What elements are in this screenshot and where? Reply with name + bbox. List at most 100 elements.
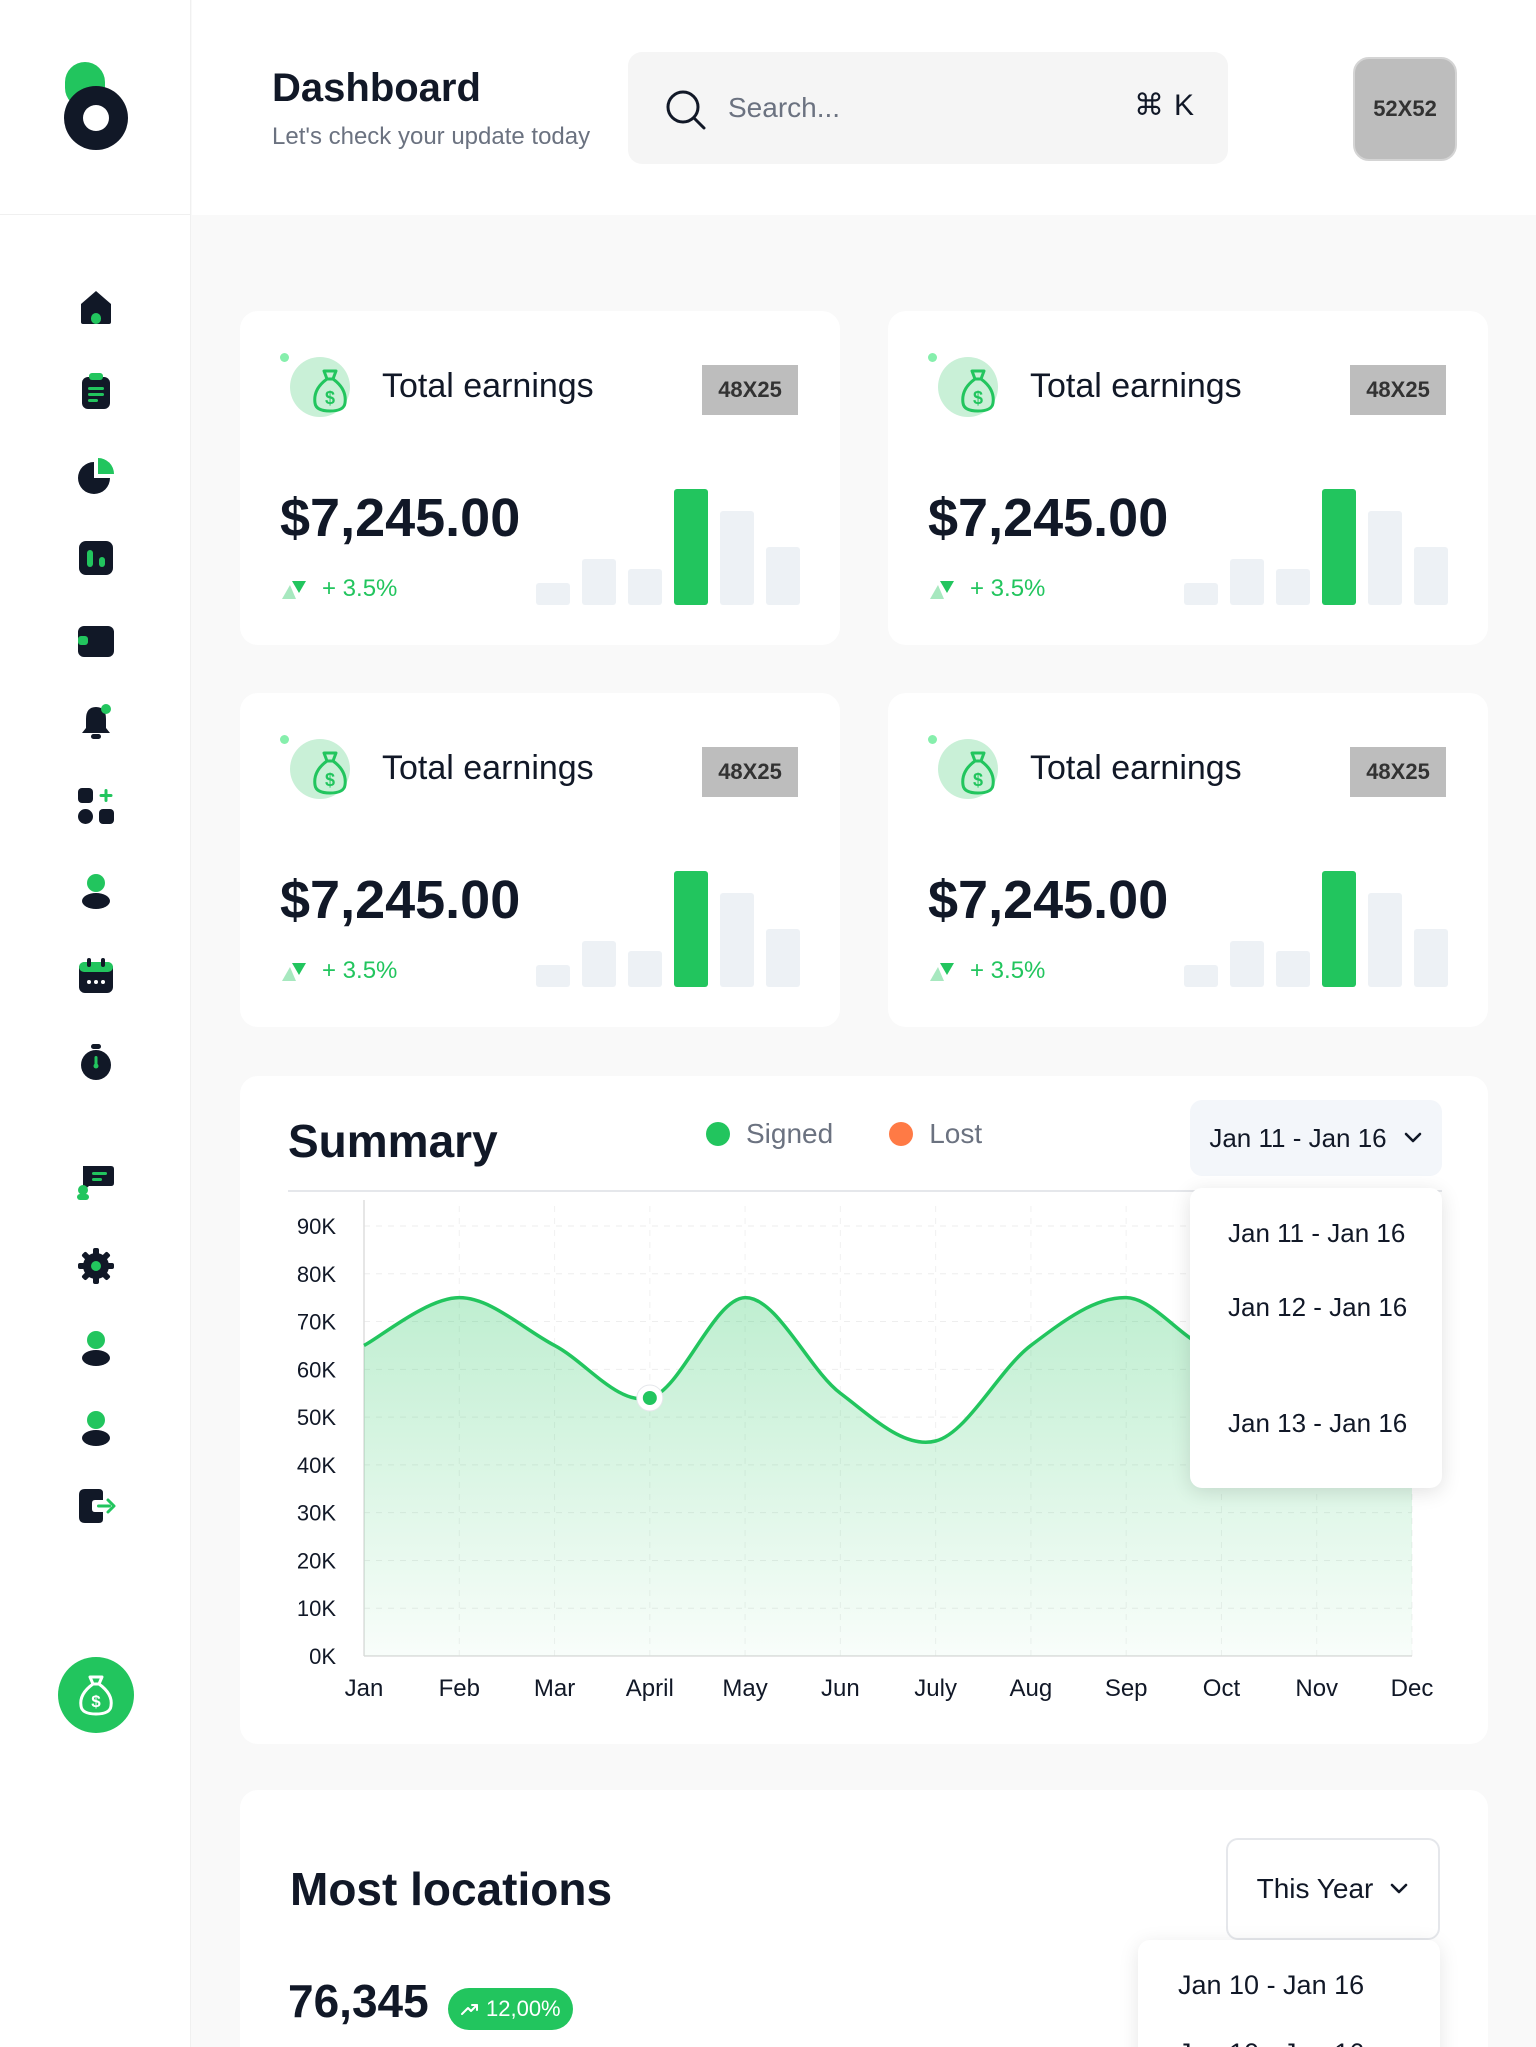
stat-label: Total earnings — [1030, 367, 1242, 405]
money-bag-icon: $ — [290, 739, 350, 799]
money-bag-icon: $ — [938, 739, 998, 799]
sidebar-item-calendar[interactable] — [70, 950, 122, 1002]
analytics-icon — [79, 541, 113, 575]
x-tick-label: Jan — [345, 1675, 384, 1702]
x-tick-label: Feb — [439, 1675, 480, 1702]
sidebar-item-home[interactable] — [70, 281, 122, 333]
stat-change: + 3.5% — [280, 957, 397, 985]
x-tick-label: Oct — [1203, 1675, 1241, 1702]
sidebar-item-messages[interactable] — [70, 1156, 122, 1208]
sidebar-item-wallet[interactable] — [70, 615, 122, 667]
page-subtitle: Let's check your update today — [272, 123, 591, 150]
y-tick-label: 20K — [297, 1548, 336, 1573]
date-range-option[interactable]: Jan 13 - Jan 16 — [1228, 1402, 1418, 1444]
trend-up-icon — [461, 2004, 478, 2015]
search-icon — [666, 90, 706, 130]
stat-amount: $7,245.00 — [280, 870, 521, 930]
user-icon — [82, 1331, 110, 1366]
stat-card: $ Total earnings 48X25 $7,245.00 + 3.5% — [240, 311, 840, 645]
home-icon — [81, 291, 111, 324]
user-icon — [82, 1411, 110, 1446]
sidebar-item-timer[interactable] — [70, 1036, 122, 1088]
chevron-down-icon — [1404, 1132, 1421, 1143]
pie-chart-icon — [78, 458, 114, 494]
data-point — [642, 1391, 657, 1405]
legend-label: Lost — [929, 1118, 983, 1149]
sidebar-item-profile[interactable] — [70, 865, 122, 917]
x-tick-label: July — [914, 1675, 957, 1702]
logo-area — [0, 0, 191, 215]
stat-change-value: + 3.5% — [970, 957, 1046, 984]
chat-icon — [77, 1166, 114, 1200]
money-bag-icon: $ — [290, 357, 350, 417]
clipboard-icon — [82, 373, 110, 409]
y-tick-label: 60K — [297, 1357, 336, 1382]
sidebar-item-notifications[interactable] — [70, 696, 122, 748]
date-range-select[interactable]: Jan 11 - Jan 16 — [1190, 1100, 1442, 1176]
sidebar-item-team[interactable] — [70, 1322, 122, 1374]
apps-add-icon — [78, 788, 114, 824]
sidebar-item-analytics[interactable] — [70, 532, 122, 584]
stat-change: + 3.5% — [280, 575, 397, 603]
stat-card: $ Total earnings 48X25 $7,245.00 + 3.5% — [240, 693, 840, 1027]
chart-legend: Signed Lost — [706, 1118, 982, 1150]
sidebar-item-logout[interactable] — [70, 1480, 122, 1532]
x-tick-label: Nov — [1295, 1675, 1338, 1702]
logout-icon — [79, 1489, 116, 1523]
svg-text:$: $ — [91, 1692, 101, 1711]
x-tick-label: Aug — [1010, 1675, 1053, 1702]
stat-change-value: + 3.5% — [970, 575, 1046, 602]
wallet-icon — [78, 626, 114, 657]
y-tick-label: 90K — [297, 1214, 336, 1239]
app-logo[interactable] — [61, 60, 131, 152]
page-title: Dashboard — [272, 66, 481, 110]
money-bag-icon: $ — [938, 357, 998, 417]
bell-icon — [82, 704, 111, 739]
legend-item-signed[interactable]: Signed — [706, 1118, 833, 1150]
y-tick-label: 70K — [297, 1310, 336, 1335]
top-header: Dashboard Let's check your update today … — [192, 0, 1536, 215]
growth-badge: 12,00% — [448, 1988, 573, 2030]
summary-card: 0K 10K 20K 30K 40K 50K 60K 70K 80K 90K Jan Feb Mar Ap… — [240, 1076, 1488, 1744]
wallet-action-button[interactable]: $ — [58, 1657, 134, 1733]
legend-swatch — [706, 1122, 730, 1146]
stat-change: + 3.5% — [928, 575, 1045, 603]
stat-placeholder-image: 48X25 — [702, 747, 798, 797]
date-range-option[interactable]: Jan 12 - Jan 16 — [1228, 1286, 1418, 1328]
period-dropdown: Jan 10 - Jan 16 Jan 10 - Jan 16 — [1138, 1940, 1440, 2047]
sidebar-item-settings[interactable] — [70, 1240, 122, 1292]
summary-title: Summary — [288, 1115, 498, 1167]
period-select[interactable]: This Year — [1226, 1838, 1440, 1940]
svg-text:$: $ — [325, 388, 335, 408]
svg-text:$: $ — [325, 770, 335, 790]
period-option[interactable]: Jan 10 - Jan 16 — [1178, 1970, 1364, 2001]
x-tick-label: April — [626, 1675, 674, 1702]
date-range-dropdown: Jan 11 - Jan 16 Jan 12 - Jan 16 Jan 13 -… — [1190, 1188, 1442, 1488]
stat-mini-bars — [536, 871, 800, 987]
sidebar-item-account[interactable] — [70, 1402, 122, 1454]
x-tick-label: Mar — [534, 1675, 575, 1702]
trend-up-icon — [282, 963, 306, 981]
sidebar-item-tasks[interactable] — [70, 365, 122, 417]
x-tick-label: Jun — [821, 1675, 860, 1702]
search-bar[interactable]: ⌘ K — [628, 52, 1228, 164]
stat-card: $ Total earnings 48X25 $7,245.00 + 3.5% — [888, 693, 1488, 1027]
x-tick-label: May — [722, 1675, 767, 1702]
search-input[interactable] — [728, 86, 1108, 130]
stat-change-value: + 3.5% — [322, 957, 398, 984]
sidebar-item-apps[interactable] — [70, 780, 122, 832]
stat-label: Total earnings — [1030, 749, 1242, 787]
avatar[interactable]: 52X52 — [1353, 57, 1457, 161]
user-icon — [82, 874, 110, 909]
y-tick-label: 0K — [309, 1644, 336, 1669]
period-option[interactable]: Jan 10 - Jan 16 — [1178, 2038, 1364, 2047]
locations-card: Most locations This Year 76,345 12,00% J… — [240, 1790, 1488, 2047]
sidebar-item-reports[interactable] — [70, 449, 122, 501]
y-tick-label: 40K — [297, 1453, 336, 1478]
stat-label: Total earnings — [382, 749, 594, 787]
legend-item-lost[interactable]: Lost — [889, 1118, 982, 1150]
period-value: This Year — [1256, 1873, 1374, 1904]
date-range-option[interactable]: Jan 11 - Jan 16 — [1228, 1212, 1418, 1254]
stopwatch-icon — [81, 1044, 111, 1080]
stat-amount: $7,245.00 — [928, 488, 1169, 548]
